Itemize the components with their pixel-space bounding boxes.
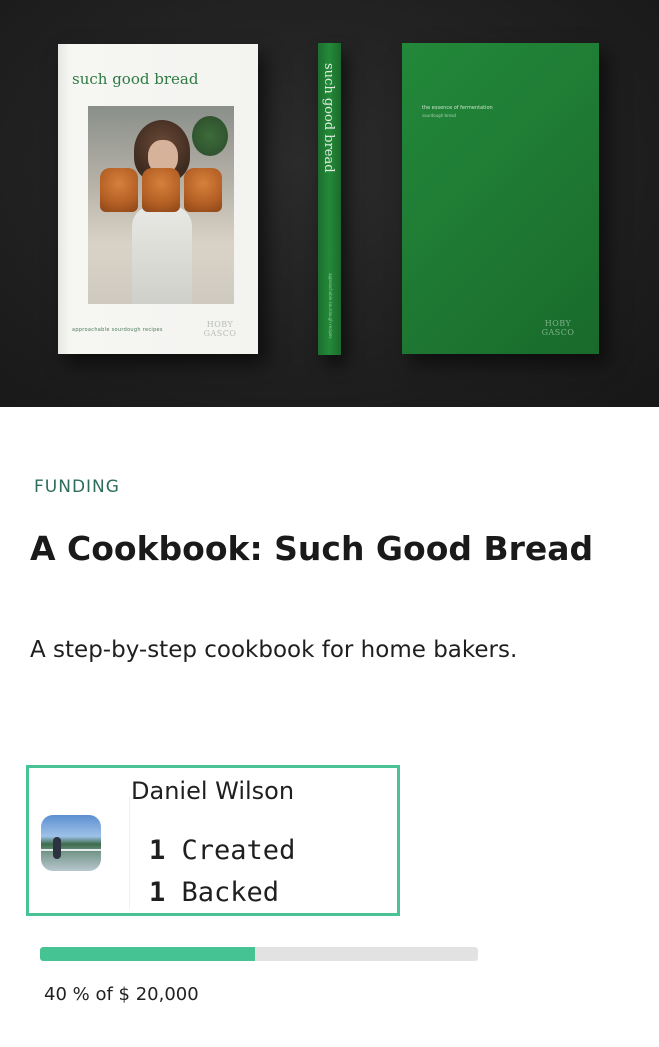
book-cover-tagline: approachable sourdough recipes	[72, 327, 163, 333]
back-cover-line-1: the essence of fermentation	[422, 105, 493, 111]
project-title[interactable]: A Cookbook: Such Good Bread	[30, 529, 640, 568]
creator-name[interactable]: Daniel Wilson	[131, 777, 294, 805]
created-label: Created	[181, 835, 296, 866]
book-spine-title: such good bread	[321, 63, 336, 173]
funding-progress-bar	[40, 947, 478, 961]
cover-photo-loaf	[142, 168, 180, 212]
funding-progress-fill	[40, 947, 255, 961]
publisher-logo: HOBY GASCO	[203, 320, 237, 338]
book-spine-tagline: approachable sourdough recipes	[328, 273, 333, 339]
funding-progress-text: 40 % of $ 20,000	[44, 984, 199, 1005]
cover-photo	[88, 106, 234, 304]
project-card-page: such good bread approachable sourdough r…	[0, 0, 659, 1047]
project-category[interactable]: FUNDING	[34, 477, 120, 497]
cover-photo-plant	[192, 116, 228, 156]
backed-label: Backed	[181, 877, 280, 908]
cover-photo-loaf	[100, 168, 138, 212]
project-cover-image[interactable]: such good bread approachable sourdough r…	[0, 0, 659, 407]
avatar-photo-person	[53, 837, 61, 859]
publisher-logo: HOBY GASCO	[541, 319, 575, 337]
cover-photo-body	[132, 206, 192, 304]
avatar[interactable]	[41, 815, 101, 871]
book-front-cover: such good bread approachable sourdough r…	[58, 44, 258, 354]
creator-card[interactable]: Daniel Wilson 1 Created 1 Backed	[26, 765, 400, 916]
back-cover-line-2: sourdough bread	[422, 113, 457, 118]
created-count: 1	[149, 835, 166, 866]
book-back-cover: the essence of fermentation sourdough br…	[402, 43, 599, 354]
project-blurb: A step-by-step cookbook for home bakers.	[30, 637, 518, 663]
created-count-stat: 1 Created	[149, 835, 295, 866]
book-cover-title: such good bread	[72, 70, 199, 88]
backed-count-stat: 1 Backed	[149, 877, 279, 908]
book-spine: such good bread approachable sourdough r…	[318, 43, 341, 355]
avatar-photo-rail	[41, 849, 101, 851]
backed-count: 1	[149, 877, 166, 908]
cover-photo-loaf	[184, 168, 222, 212]
